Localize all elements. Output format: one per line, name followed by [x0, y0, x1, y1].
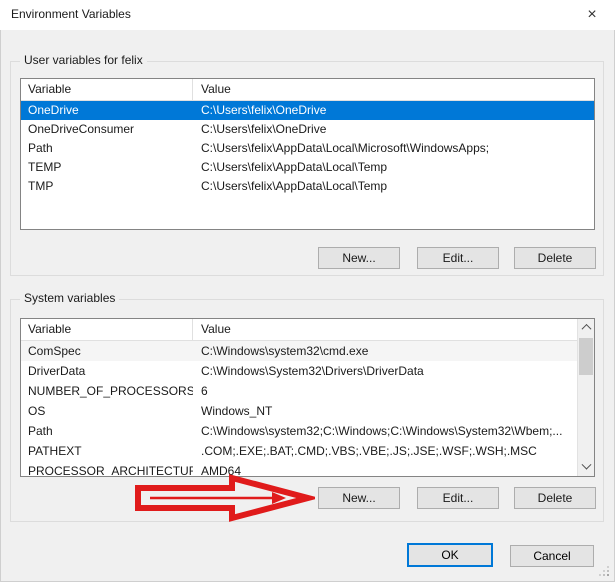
table-row[interactable]: TMP C:\Users\felix\AppData\Local\Temp	[21, 177, 594, 196]
value-cell[interactable]: C:\Windows\system32;C:\Windows;C:\Window…	[193, 421, 577, 441]
value-cell[interactable]: C:\Windows\System32\Drivers\DriverData	[193, 361, 577, 381]
value-cell[interactable]: AMD64	[193, 461, 577, 477]
variable-cell[interactable]: PROCESSOR_ARCHITECTURE	[21, 461, 193, 477]
vertical-scrollbar[interactable]	[577, 319, 594, 476]
value-cell[interactable]: C:\Users\felix\AppData\Local\Temp	[193, 177, 594, 196]
value-cell[interactable]: C:\Users\felix\AppData\Local\Microsoft\W…	[193, 139, 594, 158]
value-cell[interactable]: .COM;.EXE;.BAT;.CMD;.VBS;.VBE;.JS;.JSE;.…	[193, 441, 577, 461]
table-row[interactable]: OneDrive C:\Users\felix\OneDrive	[21, 101, 594, 120]
value-cell[interactable]: C:\Users\felix\OneDrive	[193, 101, 594, 120]
ok-button[interactable]: OK	[407, 543, 493, 567]
scroll-down-button[interactable]	[578, 459, 594, 476]
system-variables-label: System variables	[20, 291, 119, 305]
variable-cell[interactable]: OneDriveConsumer	[21, 120, 193, 139]
variable-cell[interactable]: TEMP	[21, 158, 193, 177]
user-edit-button[interactable]: Edit...	[417, 247, 499, 269]
user-new-button[interactable]: New...	[318, 247, 400, 269]
scroll-up-button[interactable]	[578, 319, 594, 336]
variable-cell[interactable]: NUMBER_OF_PROCESSORS	[21, 381, 193, 401]
close-icon[interactable]: ×	[577, 2, 607, 28]
table-row[interactable]: DriverData C:\Windows\System32\Drivers\D…	[21, 361, 577, 381]
system-delete-button[interactable]: Delete	[514, 487, 596, 509]
value-cell[interactable]: C:\Users\felix\OneDrive	[193, 120, 594, 139]
column-header-variable[interactable]: Variable	[21, 319, 193, 340]
scrollbar-thumb[interactable]	[579, 338, 593, 375]
user-delete-button[interactable]: Delete	[514, 247, 596, 269]
variable-cell[interactable]: OS	[21, 401, 193, 421]
table-header: Variable Value	[21, 319, 577, 341]
table-row[interactable]: Path C:\Users\felix\AppData\Local\Micros…	[21, 139, 594, 158]
table-row[interactable]: Path C:\Windows\system32;C:\Windows;C:\W…	[21, 421, 577, 441]
column-header-value[interactable]: Value	[193, 79, 594, 100]
table-content: Variable Value ComSpec C:\Windows\system…	[21, 319, 577, 477]
chevron-up-icon	[581, 324, 591, 334]
environment-variables-dialog: Environment Variables × User variables f…	[0, 0, 615, 582]
value-cell[interactable]: 6	[193, 381, 577, 401]
variable-cell[interactable]: Path	[21, 421, 193, 441]
chevron-down-icon	[581, 460, 591, 470]
window-title: Environment Variables	[11, 7, 131, 21]
value-cell[interactable]: C:\Users\felix\AppData\Local\Temp	[193, 158, 594, 177]
variable-cell[interactable]: ComSpec	[21, 341, 193, 361]
table-row[interactable]: OS Windows_NT	[21, 401, 577, 421]
system-new-button[interactable]: New...	[318, 487, 400, 509]
table-body: OneDrive C:\Users\felix\OneDrive OneDriv…	[21, 101, 594, 196]
variable-cell[interactable]: OneDrive	[21, 101, 193, 120]
table-row[interactable]: ComSpec C:\Windows\system32\cmd.exe	[21, 341, 577, 361]
user-variables-group: User variables for felix Variable Value …	[10, 61, 604, 276]
table-row[interactable]: PATHEXT .COM;.EXE;.BAT;.CMD;.VBS;.VBE;.J…	[21, 441, 577, 461]
value-cell[interactable]: Windows_NT	[193, 401, 577, 421]
user-variables-label: User variables for felix	[20, 53, 147, 67]
variable-cell[interactable]: TMP	[21, 177, 193, 196]
table-body: ComSpec C:\Windows\system32\cmd.exe Driv…	[21, 341, 577, 477]
cancel-button[interactable]: Cancel	[510, 545, 594, 567]
user-variables-table: Variable Value OneDrive C:\Users\felix\O…	[20, 78, 595, 230]
table-header: Variable Value	[21, 79, 594, 101]
value-cell[interactable]: C:\Windows\system32\cmd.exe	[193, 341, 577, 361]
title-bar: Environment Variables ×	[0, 0, 615, 30]
table-row[interactable]: TEMP C:\Users\felix\AppData\Local\Temp	[21, 158, 594, 177]
resize-grip-icon[interactable]	[607, 574, 609, 576]
system-variables-table: Variable Value ComSpec C:\Windows\system…	[20, 318, 595, 477]
column-header-variable[interactable]: Variable	[21, 79, 193, 100]
variable-cell[interactable]: DriverData	[21, 361, 193, 381]
table-row[interactable]: PROCESSOR_ARCHITECTURE AMD64	[21, 461, 577, 477]
column-header-value[interactable]: Value	[193, 319, 577, 340]
table-row[interactable]: OneDriveConsumer C:\Users\felix\OneDrive	[21, 120, 594, 139]
table-row[interactable]: NUMBER_OF_PROCESSORS 6	[21, 381, 577, 401]
variable-cell[interactable]: PATHEXT	[21, 441, 193, 461]
variable-cell[interactable]: Path	[21, 139, 193, 158]
system-edit-button[interactable]: Edit...	[417, 487, 499, 509]
